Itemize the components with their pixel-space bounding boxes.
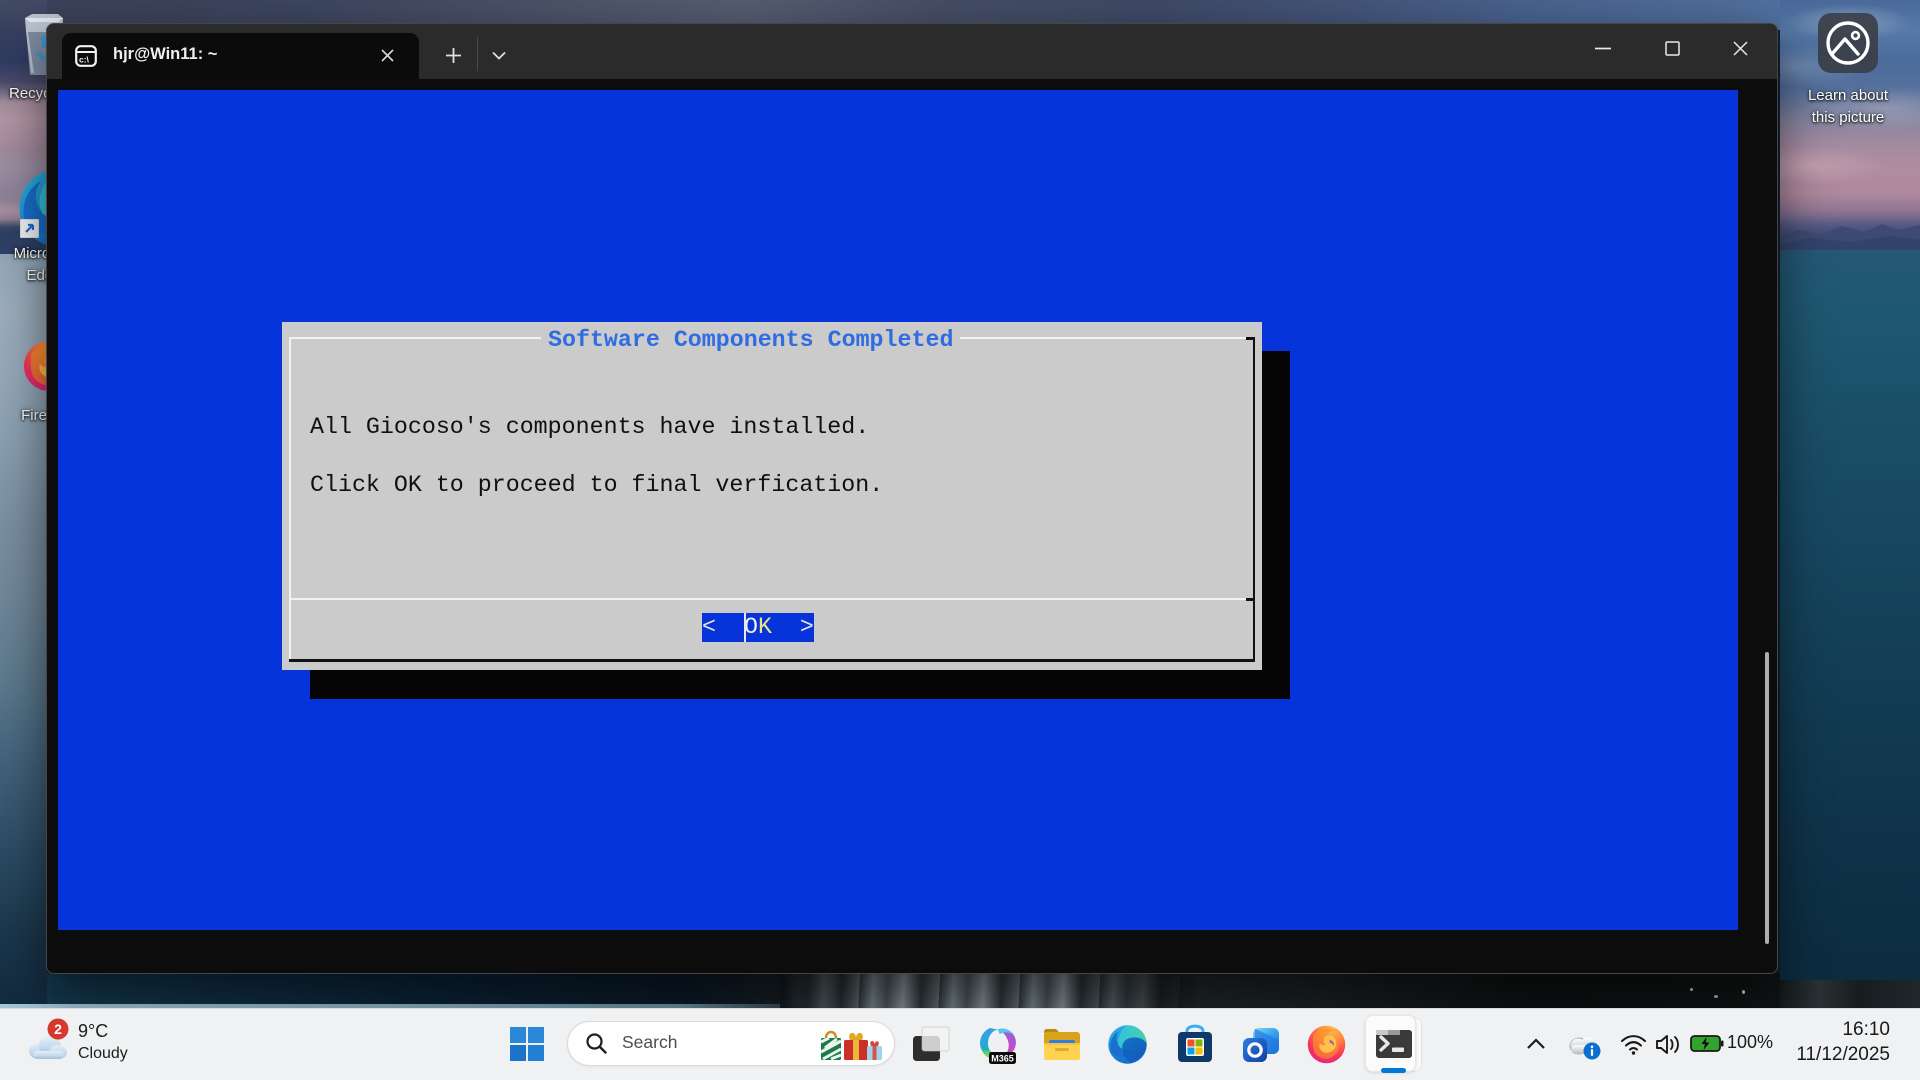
- svg-text:c:\: c:\: [79, 55, 90, 65]
- svg-text:2: 2: [54, 1021, 62, 1037]
- svg-text:M365: M365: [991, 1054, 1014, 1064]
